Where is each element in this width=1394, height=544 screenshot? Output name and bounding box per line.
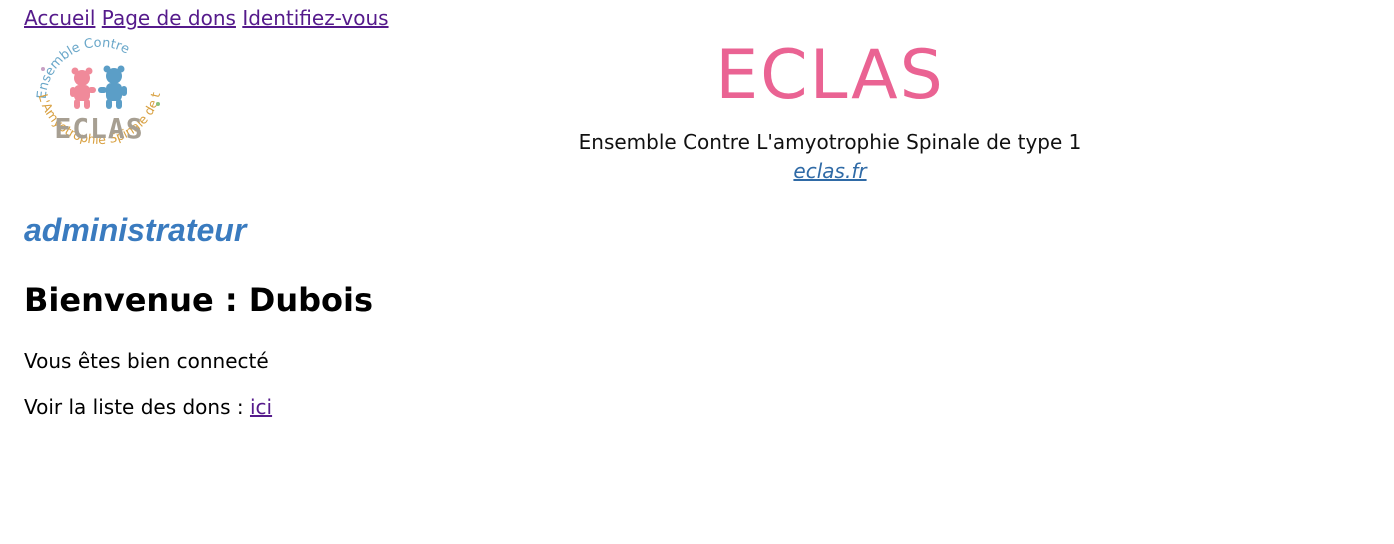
donations-line: Voir la liste des dons : ici: [24, 393, 272, 421]
donations-link[interactable]: ici: [250, 395, 272, 419]
site-link[interactable]: eclas.fr: [793, 159, 866, 183]
site-subtitle: Ensemble Contre L'amyotrophie Spinale de…: [578, 130, 1082, 154]
donations-text: Voir la liste des dons :: [24, 395, 250, 419]
top-nav: Accueil Page de dons Identifiez-vous: [24, 4, 389, 32]
logo-wordmark: ECLAS: [54, 112, 143, 145]
nav-link-home[interactable]: Accueil: [24, 6, 95, 30]
user-role: administrateur: [24, 212, 247, 248]
nav-link-login[interactable]: Identifiez-vous: [242, 6, 388, 30]
logo-image: Ensemble Contre L'Amyotrophie Spinale de…: [22, 24, 163, 147]
site-title: ECLAS: [715, 36, 945, 115]
site-link-wrapper: eclas.fr: [530, 157, 1130, 185]
login-status: Vous êtes bien connecté: [24, 349, 269, 373]
blue-bear-icon: [98, 65, 127, 109]
welcome-heading: Bienvenue : Dubois: [24, 281, 373, 319]
pink-bear-icon: [70, 67, 96, 109]
eclas-logo: Ensemble Contre L'Amyotrophie Spinale de…: [22, 24, 172, 182]
nav-link-donations[interactable]: Page de dons: [102, 6, 236, 30]
page: Accueil Page de dons Identifiez-vous Ens…: [0, 0, 1394, 544]
